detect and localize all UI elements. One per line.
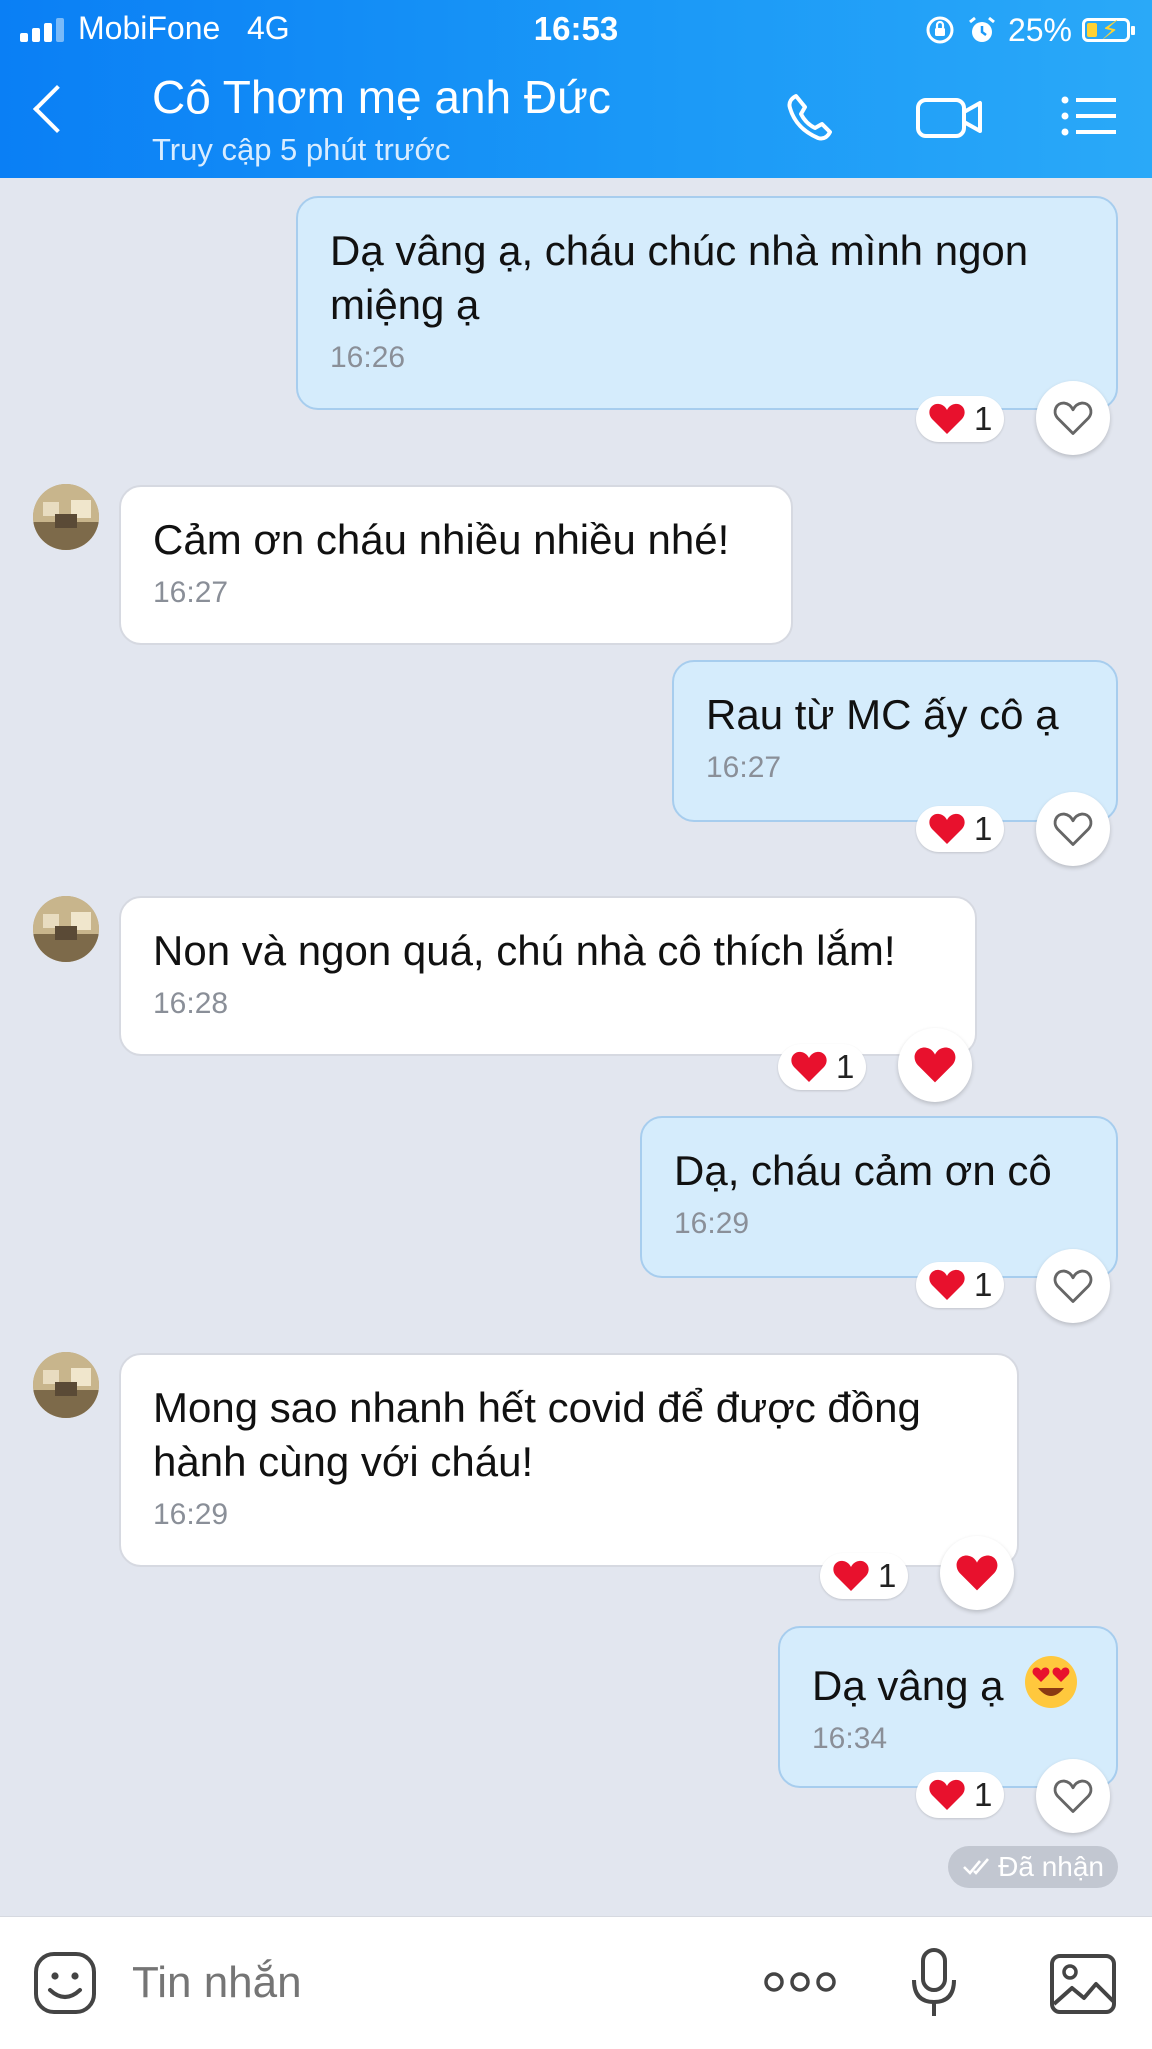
message-time: 16:29 [153, 1498, 229, 1531]
phone-icon[interactable] [776, 82, 846, 152]
sticker-icon[interactable] [32, 1950, 100, 2018]
reaction-count: 1 [836, 1048, 855, 1085]
avatar[interactable] [33, 1352, 99, 1418]
reaction-count: 1 [974, 1776, 993, 1813]
video-call-icon[interactable] [912, 82, 988, 152]
heart-filled-icon [956, 1555, 998, 1591]
status-bar: MobiFone 4G 16:53 25% ⚡ [0, 0, 1152, 58]
heart-reaction-icon [791, 1051, 827, 1082]
message-time: 16:26 [330, 341, 406, 374]
incoming-message[interactable]: Mong sao nhanh hết covid để được đồng hà… [119, 1353, 1019, 1567]
reaction-summary[interactable]: 1 [778, 1044, 867, 1090]
alarm-icon [969, 16, 995, 42]
chat-header: MobiFone 4G 16:53 25% ⚡ Cô Thơm mẹ anh Đ… [0, 0, 1152, 178]
reaction-summary[interactable]: 1 [820, 1553, 909, 1599]
reaction-count: 1 [974, 1266, 993, 1303]
message-time: 16:27 [706, 751, 782, 784]
message-text: Dạ, cháu cảm ơn cô [674, 1147, 1052, 1194]
reaction-summary[interactable]: 1 [916, 396, 1005, 442]
heart-eyes-emoji [1025, 1656, 1078, 1708]
incoming-message[interactable]: Cảm ơn cháu nhiều nhiều nhé! 16:27 [119, 485, 793, 645]
message-time: 16:27 [153, 576, 229, 609]
react-button[interactable] [1036, 381, 1110, 455]
battery-percent: 25% [1007, 11, 1072, 48]
react-button[interactable] [1036, 1249, 1110, 1323]
outgoing-message[interactable]: Dạ, cháu cảm ơn cô 16:29 [640, 1116, 1118, 1278]
rotation-lock-icon [926, 16, 954, 44]
heart-outline-icon [1053, 1269, 1093, 1303]
delivery-status-label: Đã nhận [998, 1851, 1104, 1882]
outgoing-message[interactable]: Dạ vâng ạ, cháu chúc nhà mình ngon miệng… [296, 196, 1118, 410]
chat-title[interactable]: Cô Thơm mẹ anh Đức [152, 70, 611, 124]
message-time: 16:34 [812, 1722, 888, 1755]
react-button[interactable] [898, 1028, 972, 1102]
delivery-status-badge: Đã nhận [948, 1846, 1118, 1888]
image-icon[interactable] [1048, 1952, 1118, 2016]
menu-icon[interactable] [1056, 82, 1126, 152]
heart-reaction-icon [929, 403, 965, 434]
avatar[interactable] [33, 896, 99, 962]
message-time: 16:29 [674, 1207, 750, 1240]
message-text: Cảm ơn cháu nhiều nhiều nhé! [153, 516, 730, 563]
microphone-icon[interactable] [906, 1946, 962, 2022]
heart-outline-icon [1053, 812, 1093, 846]
message-text: Dạ vâng ạ [812, 1662, 1004, 1709]
heart-outline-icon [1053, 401, 1093, 435]
reaction-count: 1 [878, 1557, 897, 1594]
more-icon[interactable] [762, 1964, 838, 2000]
message-text: Mong sao nhanh hết covid để được đồng hà… [153, 1384, 921, 1485]
heart-reaction-icon [929, 1269, 965, 1300]
reaction-summary[interactable]: 1 [916, 806, 1005, 852]
heart-outline-icon [1053, 1779, 1093, 1813]
heart-reaction-icon [929, 1779, 965, 1810]
message-time: 16:28 [153, 987, 229, 1020]
avatar[interactable] [33, 484, 99, 550]
reaction-summary[interactable]: 1 [916, 1262, 1005, 1308]
back-icon[interactable] [32, 84, 82, 134]
message-text: Non và ngon quá, chú nhà cô thích lắm! [153, 927, 896, 974]
heart-filled-icon [914, 1047, 956, 1083]
reaction-count: 1 [974, 810, 993, 847]
message-input[interactable] [132, 1958, 692, 2008]
heart-reaction-icon [929, 813, 965, 844]
reaction-count: 1 [974, 400, 993, 437]
react-button[interactable] [940, 1536, 1014, 1610]
status-icons: 25% ⚡ [924, 10, 1135, 50]
react-button[interactable] [1036, 792, 1110, 866]
heart-reaction-icon [833, 1560, 869, 1591]
reaction-summary[interactable]: 1 [916, 1772, 1005, 1818]
react-button[interactable] [1036, 1759, 1110, 1833]
message-text: Rau từ MC ấy cô ạ [706, 691, 1059, 738]
last-seen-status: Truy cập 5 phút trước [152, 132, 451, 167]
incoming-message[interactable]: Non và ngon quá, chú nhà cô thích lắm! 1… [119, 896, 977, 1056]
message-text: Dạ vâng ạ, cháu chúc nhà mình ngon miệng… [330, 227, 1029, 328]
battery-icon: ⚡ [1082, 15, 1135, 45]
double-check-icon [963, 1858, 990, 1875]
